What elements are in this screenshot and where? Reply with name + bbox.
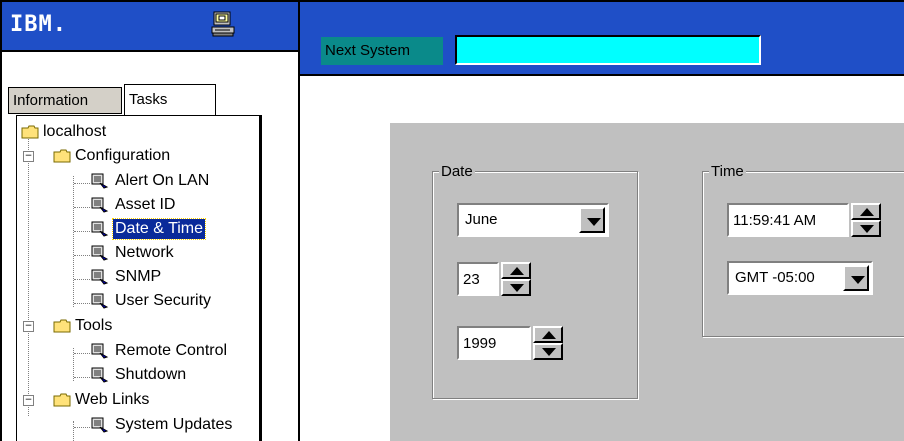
brand-bar: IBM. bbox=[2, 2, 298, 50]
tree-connector bbox=[73, 421, 74, 441]
arrow-down-icon bbox=[510, 284, 524, 292]
month-dropdown-button[interactable] bbox=[579, 207, 605, 233]
year-increment-button[interactable] bbox=[533, 326, 563, 343]
tree-connector bbox=[74, 353, 90, 354]
arrow-up-icon bbox=[860, 208, 874, 216]
collapse-icon[interactable]: − bbox=[23, 321, 34, 332]
month-select[interactable]: June bbox=[457, 203, 609, 237]
tab-information[interactable]: Information bbox=[8, 87, 122, 114]
timezone-select[interactable]: GMT -05:00 bbox=[727, 261, 873, 295]
task-icon bbox=[91, 293, 109, 309]
year-spin-buttons bbox=[533, 326, 563, 360]
task-icon bbox=[91, 245, 109, 261]
time-group: Time 11:59:41 AM GMT -05:00 bbox=[702, 163, 904, 337]
brand-separator bbox=[2, 50, 298, 52]
header-bar: Next System bbox=[300, 2, 904, 74]
day-field[interactable]: 23 bbox=[457, 262, 499, 296]
arrow-down-icon bbox=[860, 225, 874, 233]
arrow-up-icon bbox=[542, 331, 556, 339]
tree-connector bbox=[28, 134, 29, 416]
tree-connector bbox=[74, 255, 90, 256]
task-icon bbox=[91, 343, 109, 359]
ibm-logo: IBM. bbox=[10, 12, 67, 37]
tree-connector bbox=[74, 231, 90, 232]
time-value: 11:59:41 AM bbox=[733, 212, 817, 229]
timezone-value: GMT -05:00 bbox=[735, 269, 815, 286]
tree-connector bbox=[74, 279, 90, 280]
tree-connector bbox=[74, 427, 90, 428]
collapse-icon[interactable]: − bbox=[23, 151, 34, 162]
chevron-down-icon bbox=[587, 218, 601, 226]
year-field[interactable]: 1999 bbox=[457, 326, 531, 360]
time-decrement-button[interactable] bbox=[851, 220, 881, 237]
next-system-label: Next System bbox=[321, 37, 443, 65]
year-value: 1999 bbox=[463, 335, 497, 352]
chevron-down-icon bbox=[851, 276, 865, 284]
task-icon bbox=[91, 269, 109, 285]
open-folder-icon bbox=[53, 393, 71, 407]
tree-connector bbox=[73, 176, 74, 307]
task-icon bbox=[91, 197, 109, 213]
task-tree: localhost − Configuration Alert On LAN A… bbox=[16, 115, 262, 441]
day-value: 23 bbox=[463, 271, 480, 288]
task-icon bbox=[91, 367, 109, 383]
time-increment-button[interactable] bbox=[851, 203, 881, 220]
time-spin-buttons bbox=[851, 203, 881, 237]
task-icon bbox=[91, 173, 109, 189]
day-spin-buttons bbox=[501, 262, 531, 296]
arrow-down-icon bbox=[542, 348, 556, 356]
year-decrement-button[interactable] bbox=[533, 343, 563, 360]
header-separator bbox=[300, 74, 904, 76]
collapse-icon[interactable]: − bbox=[23, 395, 34, 406]
tab-tasks[interactable]: Tasks bbox=[124, 84, 216, 115]
tree-connector bbox=[74, 377, 90, 378]
open-folder-icon bbox=[53, 149, 71, 163]
month-value: June bbox=[465, 211, 498, 228]
task-icon bbox=[91, 417, 109, 433]
date-group-label: Date bbox=[439, 163, 475, 180]
arrow-up-icon bbox=[510, 267, 524, 275]
time-group-label: Time bbox=[709, 163, 746, 180]
date-time-panel: Date June 23 1999 Time 11:59:41 AM GMT -… bbox=[390, 123, 904, 441]
day-increment-button[interactable] bbox=[501, 262, 531, 279]
tree-connector bbox=[74, 207, 90, 208]
open-folder-icon bbox=[53, 319, 71, 333]
timezone-dropdown-button[interactable] bbox=[843, 265, 869, 291]
tree-connector bbox=[74, 303, 90, 304]
next-system-input[interactable] bbox=[455, 35, 761, 65]
day-decrement-button[interactable] bbox=[501, 279, 531, 296]
tree-connector bbox=[74, 183, 90, 184]
date-group: Date June 23 1999 bbox=[432, 163, 638, 399]
time-field[interactable]: 11:59:41 AM bbox=[727, 203, 849, 237]
task-icon bbox=[91, 221, 109, 237]
system-computer-icon[interactable] bbox=[210, 11, 236, 37]
folder-icon bbox=[21, 125, 39, 139]
